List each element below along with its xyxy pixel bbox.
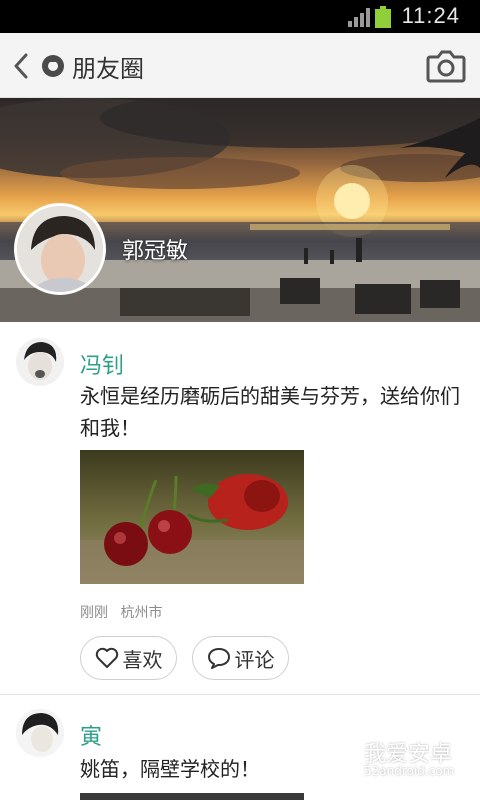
profile-avatar[interactable] <box>14 203 106 295</box>
like-button[interactable]: 喜欢 <box>80 636 177 680</box>
page-title: 朋友圈 <box>72 55 144 83</box>
post-photo[interactable] <box>80 450 304 584</box>
comment-bubble-icon <box>207 648 230 669</box>
post: 冯钊 永恒是经历磨砺后的甜美与芬芳，送给你们和我！ 刚刚 杭州市 喜欢 评论 <box>0 322 480 694</box>
signal-icon <box>348 8 370 27</box>
post-location[interactable]: 杭州市 <box>120 605 162 621</box>
author-avatar[interactable] <box>16 338 64 386</box>
moments-icon <box>42 55 64 77</box>
post-time: 刚刚 <box>80 605 108 621</box>
comment-label: 评论 <box>234 647 275 672</box>
camera-icon[interactable] <box>426 48 466 84</box>
heart-icon <box>95 647 118 668</box>
author-name[interactable]: 寅 <box>80 719 102 751</box>
post-meta: 刚刚 杭州市 <box>80 602 162 622</box>
author-avatar[interactable] <box>16 709 64 757</box>
like-label: 喜欢 <box>122 647 163 672</box>
post-text: 永恒是经历磨砺后的甜美与芬芳，送给你们和我！ <box>80 384 460 440</box>
watermark: 我爱安卓 52android.com <box>320 730 470 786</box>
comment-button[interactable]: 评论 <box>192 636 289 680</box>
author-name[interactable]: 冯钊 <box>80 348 124 380</box>
cover-user-name[interactable]: 郭冠敏 <box>122 233 188 265</box>
chevron-left-icon[interactable] <box>12 53 30 79</box>
title-bar: 朋友圈 <box>0 33 480 98</box>
android-logo-icon <box>325 731 355 778</box>
post-photo[interactable] <box>80 793 304 800</box>
cherries-rose-image <box>80 450 304 584</box>
battery-icon <box>375 6 391 28</box>
status-bar: 11:24 <box>0 0 480 33</box>
status-time: 11:24 <box>401 3 460 28</box>
watermark-sub: 52android.com <box>364 764 455 778</box>
